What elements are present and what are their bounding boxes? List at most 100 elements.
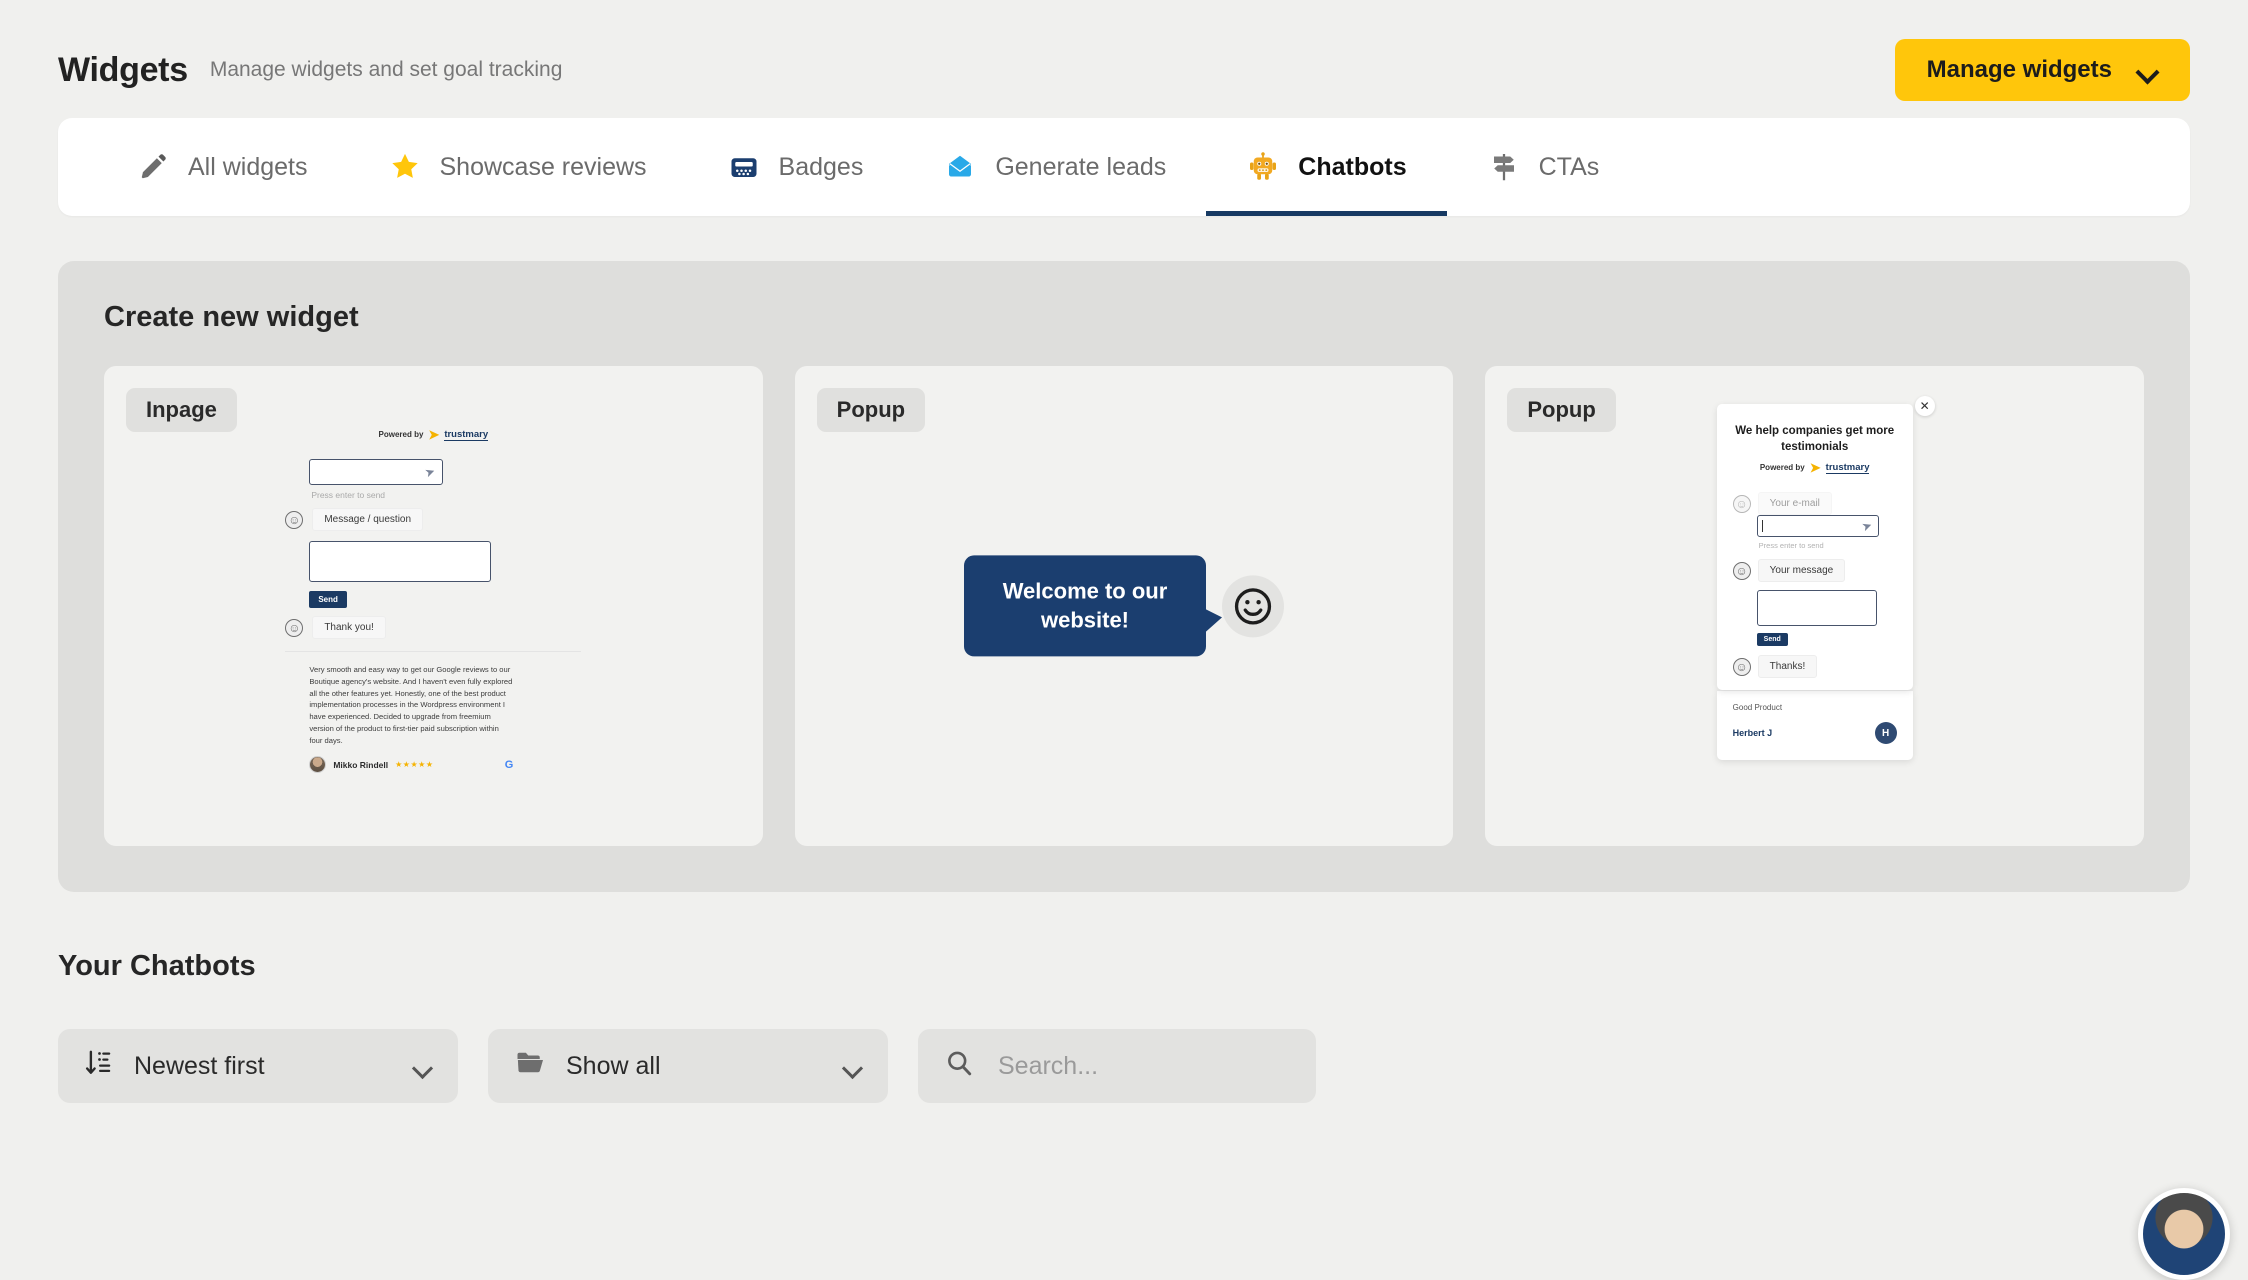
chevron-down-icon [2138,64,2158,76]
tab-showcase-reviews[interactable]: Showcase reviews [348,118,687,216]
search-input-placeholder: Search... [998,1052,1098,1081]
text-caret [1762,520,1763,532]
send-arrow-icon: ➤ [1860,518,1874,535]
chevron-down-icon [844,1061,862,1072]
smiley-face-icon: ☺ [1733,562,1751,580]
page-subtitle: Manage widgets and set goal tracking [210,58,563,82]
manage-widgets-label: Manage widgets [1927,56,2112,84]
preview-thanks-row: ☺ Thank you! [285,616,581,639]
sort-dropdown-value: Newest first [134,1052,265,1081]
popup-title: We help companies get more testimonials [1733,424,1897,455]
popup-email-input: ➤ [1757,515,1879,537]
widget-template-card-popup-bubble[interactable]: Popup Welcome to our website! [795,366,1454,846]
sort-dropdown[interactable]: Newest first [58,1029,458,1103]
popup-email-label: Your e-mail [1758,492,1832,515]
widget-template-list: Inpage Powered by ➤ trustmary ➤ Press en… [104,366,2144,846]
badge-icon [727,150,761,184]
support-chat-avatar[interactable] [2138,1188,2230,1280]
preview-message-row: ☺ Message / question [285,508,581,531]
popup-enter-hint: Press enter to send [1759,541,1897,550]
widget-type-badge: Popup [1507,388,1615,432]
widget-type-badge: Popup [817,388,925,432]
smiley-face-icon: ☺ [285,619,303,637]
popup-message-textarea [1757,590,1877,626]
preview-review-text: Very smooth and easy way to get our Goog… [309,664,513,746]
send-arrow-icon: ➤ [423,464,437,481]
signpost-icon [1487,150,1521,184]
tab-chatbots-label: Chatbots [1298,153,1406,182]
powered-by-label: Powered by [379,430,424,439]
smiley-face-icon [1222,575,1284,637]
preview-enter-hint: Press enter to send [311,490,581,500]
popup-reviewer-name: Herbert J [1733,728,1773,738]
popup-message-label: Your message [1758,559,1846,582]
popup-thanks-row: ☺ Thanks! [1733,655,1897,678]
avatar [309,756,326,773]
smiley-face-icon: ☺ [285,511,303,529]
popup-bubble-preview: Welcome to our website! [964,555,1284,656]
popup-review-text: Good Product [1733,703,1897,712]
tab-all-widgets[interactable]: All widgets [96,118,348,216]
powered-by-row: Powered by ➤ trustmary [285,428,581,441]
popup-thanks-label: Thanks! [1758,655,1818,678]
powered-by-row: Powered by ➤ trustmary [1733,461,1897,474]
folder-icon [514,1048,546,1085]
smiley-face-icon: ☺ [1733,495,1751,513]
popup-send-button: Send [1757,633,1788,646]
create-new-widget-title: Create new widget [104,301,2144,334]
trustmary-wordmark: trustmary [444,429,488,441]
widget-template-card-inpage[interactable]: Inpage Powered by ➤ trustmary ➤ Press en… [104,366,763,846]
avatar: H [1875,722,1897,744]
widget-template-card-popup-form[interactable]: Popup ✕ We help companies get more testi… [1485,366,2144,846]
google-logo-icon: G [505,759,514,771]
preview-send-button: Send [309,591,347,608]
tab-generate-leads-label: Generate leads [995,153,1166,182]
chatbots-filter-bar: Newest first Show all Search... [58,1029,2248,1103]
search-icon [944,1048,974,1085]
popup-review-footer: Good Product Herbert J H [1717,690,1913,760]
manage-widgets-button[interactable]: Manage widgets [1895,39,2190,101]
popup-window: ✕ We help companies get more testimonial… [1717,404,1913,690]
powered-by-label: Powered by [1760,463,1805,472]
preview-message-label: Message / question [312,508,423,531]
tab-badges[interactable]: Badges [687,118,904,216]
popup-review-author: Herbert J H [1733,722,1897,744]
pencil-icon [136,150,170,184]
create-new-widget-panel: Create new widget Inpage Powered by ➤ tr… [58,261,2190,892]
preview-thanks-label: Thank you! [312,616,385,639]
folder-dropdown[interactable]: Show all [488,1029,888,1103]
trustmary-wordmark: trustmary [1826,462,1870,474]
search-field[interactable]: Search... [918,1029,1316,1103]
close-icon: ✕ [1915,396,1935,416]
welcome-bubble: Welcome to our website! [964,555,1206,656]
star-rating-icon: ★★★★★ [395,760,433,769]
sort-descending-icon [84,1048,114,1085]
robot-icon [1246,150,1280,184]
tab-badges-label: Badges [779,153,864,182]
trustmary-logo-icon: ➤ [428,428,439,441]
preview-reviewer-name: Mikko Rindell [333,760,388,770]
popup-email-row: ☺ Your e-mail [1733,492,1897,515]
preview-answer-input: ➤ [309,459,443,485]
page-header: Widgets Manage widgets and set goal trac… [0,0,2248,118]
preview-message-textarea [309,541,491,582]
chevron-down-icon [414,1061,432,1072]
preview-divider [285,651,581,652]
popup-form-preview: ✕ We help companies get more testimonial… [1717,404,1913,760]
widget-type-badge: Inpage [126,388,237,432]
page-title: Widgets [58,51,188,90]
tab-all-widgets-label: All widgets [188,153,308,182]
folder-dropdown-value: Show all [566,1052,661,1081]
tab-ctas[interactable]: CTAs [1447,118,1640,216]
preview-review-author: Mikko Rindell ★★★★★ G [309,756,513,773]
tab-chatbots[interactable]: Chatbots [1206,118,1446,216]
tab-showcase-reviews-label: Showcase reviews [440,153,647,182]
lead-icon [943,150,977,184]
tab-ctas-label: CTAs [1539,153,1600,182]
trustmary-logo-icon: ➤ [1810,461,1821,474]
inpage-widget-preview: Powered by ➤ trustmary ➤ Press enter to … [285,428,581,773]
widget-type-tabs: All widgets Showcase reviews Badges [58,118,2190,216]
star-icon [388,150,422,184]
tab-generate-leads[interactable]: Generate leads [903,118,1206,216]
your-chatbots-title: Your Chatbots [58,950,2248,983]
